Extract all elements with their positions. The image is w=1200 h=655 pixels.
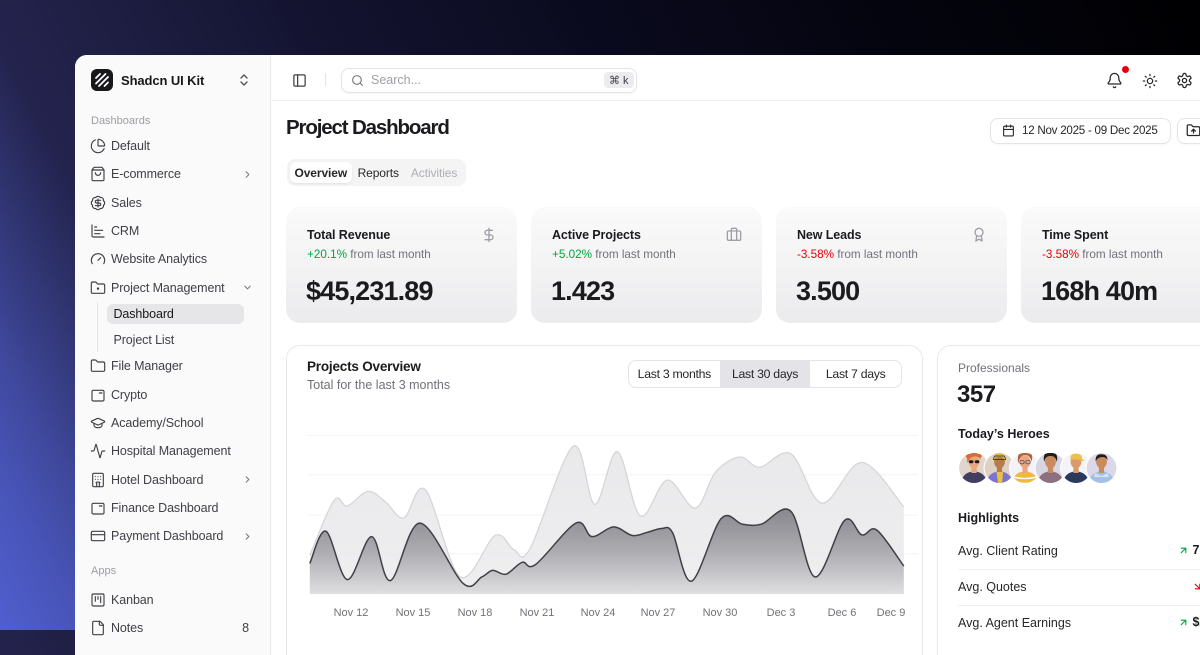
svg-text:Nov 18: Nov 18 (458, 607, 493, 619)
svg-text:Nov 15: Nov 15 (396, 607, 431, 619)
svg-text:Nov 12: Nov 12 (334, 607, 369, 619)
svg-text:Dec 3: Dec 3 (767, 607, 796, 619)
svg-text:Nov 24: Nov 24 (581, 607, 616, 619)
svg-text:Dec 9: Dec 9 (877, 607, 906, 619)
svg-text:Dec 6: Dec 6 (828, 607, 857, 619)
svg-text:Nov 21: Nov 21 (520, 607, 555, 619)
svg-text:Nov 27: Nov 27 (641, 607, 676, 619)
svg-text:Nov 30: Nov 30 (703, 607, 738, 619)
